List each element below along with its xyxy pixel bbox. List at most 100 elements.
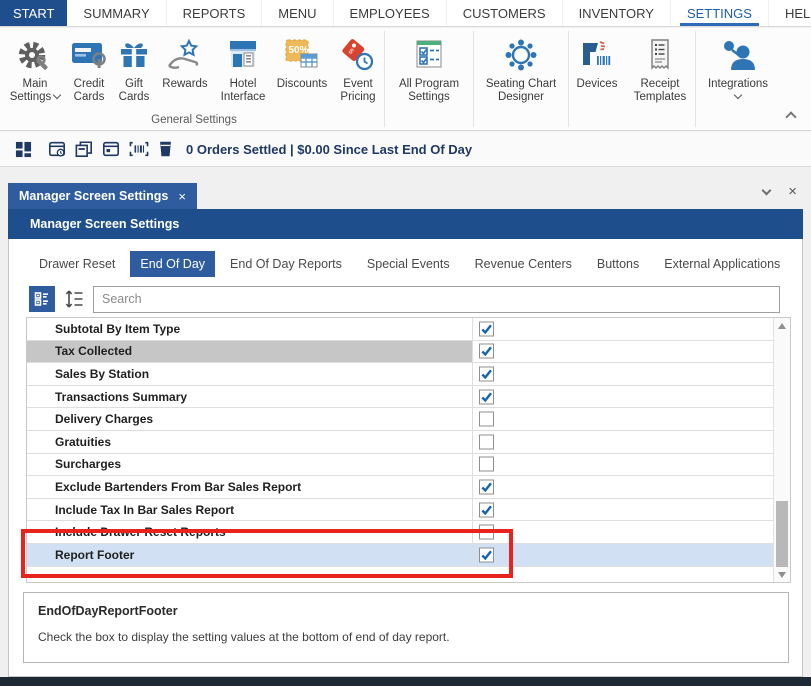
ribbon-gift-cards-button[interactable]: Gift Cards xyxy=(112,28,156,113)
tab-buttons[interactable]: Buttons xyxy=(587,251,649,277)
checklist-icon xyxy=(413,34,445,76)
table-row[interactable]: Delivery Charges xyxy=(27,408,773,431)
panel-close-icon[interactable]: × xyxy=(788,186,797,198)
menu-reports-label: REPORTS xyxy=(183,6,246,21)
menu-start[interactable]: START xyxy=(0,0,67,26)
scrollbar-down-arrow[interactable] xyxy=(774,567,790,582)
calendar-copy-icon[interactable] xyxy=(75,140,93,158)
barcode-icon[interactable] xyxy=(129,140,149,158)
menu-start-label: START xyxy=(13,6,54,21)
ribbon-seating-chart-designer-button[interactable]: Seating Chart Designer xyxy=(474,28,568,113)
row-checkbox[interactable] xyxy=(479,547,494,562)
order-status-bar: 0 Orders Settled | $0.00 Since Last End … xyxy=(0,132,811,167)
row-checkbox[interactable] xyxy=(479,434,494,449)
table-row[interactable]: Surcharges xyxy=(27,454,773,477)
ribbon-integrations-button[interactable]: Integrations xyxy=(696,28,780,113)
tab-title: Manager Screen Settings xyxy=(19,189,168,203)
window-bottom-edge xyxy=(0,677,811,686)
tab-revenue-centers[interactable]: Revenue Centers xyxy=(465,251,582,277)
row-label: Report Footer xyxy=(55,548,134,562)
setting-description-title: EndOfDayReportFooter xyxy=(38,604,774,618)
setting-description-text: Check the box to display the setting val… xyxy=(38,630,774,644)
table-row[interactable]: Gratuities xyxy=(27,431,773,454)
tab-special-events[interactable]: Special Events xyxy=(357,251,460,277)
main-menubar: START SUMMARY REPORTS MENU EMPLOYEES CUS… xyxy=(0,0,811,27)
settings-list: Subtotal By Item Type Tax Collected Sale… xyxy=(26,317,791,583)
row-checkbox[interactable] xyxy=(479,502,494,517)
row-label: Sales By Station xyxy=(55,367,149,381)
ribbon-receipt-templates-button[interactable]: Receipt Templates xyxy=(625,28,695,113)
panel-header-title: Manager Screen Settings xyxy=(8,209,803,239)
table-row[interactable]: Transactions Summary xyxy=(27,386,773,409)
row-checkbox[interactable] xyxy=(479,457,494,472)
tab-end-of-day-reports[interactable]: End Of Day Reports xyxy=(220,251,352,277)
menu-menu-label: MENU xyxy=(278,6,316,21)
ribbon-all-program-settings-button[interactable]: All Program Settings xyxy=(385,28,473,113)
chevron-down-icon xyxy=(734,91,742,99)
tab-close-icon[interactable]: × xyxy=(178,189,186,204)
menu-summary[interactable]: SUMMARY xyxy=(67,0,166,26)
menu-menu[interactable]: MENU xyxy=(262,0,333,26)
ribbon-main-settings-button[interactable]: Main Settings xyxy=(4,28,66,113)
menu-customers[interactable]: CUSTOMERS xyxy=(447,0,563,26)
row-checkbox[interactable] xyxy=(479,389,494,404)
ribbon-discounts-button[interactable]: 50% Discounts xyxy=(272,28,332,113)
ribbon-event-pricing-button[interactable]: $ Event Pricing xyxy=(332,28,384,113)
list-scrollbar[interactable] xyxy=(773,318,790,582)
table-row-report-footer[interactable]: Report Footer xyxy=(27,544,773,567)
tab-manager-screen-settings[interactable]: Manager Screen Settings × xyxy=(8,183,197,209)
row-label: Include Drawer Reset Reports xyxy=(55,525,226,539)
order-status-text: 0 Orders Settled | $0.00 Since Last End … xyxy=(186,142,472,157)
row-checkbox[interactable] xyxy=(479,479,494,494)
panel-collapse-chevron-icon[interactable] xyxy=(762,186,772,196)
row-checkbox[interactable] xyxy=(479,321,494,336)
calendar-clock-icon[interactable] xyxy=(48,140,66,158)
ribbon-rewards-button[interactable]: Rewards xyxy=(156,28,214,113)
row-checkbox[interactable] xyxy=(479,412,494,427)
ribbon-collapse-chevron-icon[interactable] xyxy=(785,111,796,122)
ribbon-hotel-interface-button[interactable]: Hotel Interface xyxy=(214,28,272,113)
row-label: Exclude Bartenders From Bar Sales Report xyxy=(55,480,301,494)
scrollbar-up-arrow[interactable] xyxy=(774,318,790,333)
ribbon-credit-cards-button[interactable]: Credit Cards xyxy=(66,28,112,113)
table-row[interactable]: Include Tax In Bar Sales Report xyxy=(27,499,773,522)
ribbon-devices-button[interactable]: Devices xyxy=(569,28,625,113)
menu-customers-label: CUSTOMERS xyxy=(463,6,546,21)
orders-grid-icon[interactable] xyxy=(15,141,32,158)
tab-drawer-reset[interactable]: Drawer Reset xyxy=(29,251,125,277)
search-input[interactable] xyxy=(93,286,780,313)
table-row[interactable]: Sales By Station xyxy=(27,363,773,386)
ribbon-label: Integrations xyxy=(708,78,768,90)
category-view-button[interactable] xyxy=(29,286,55,312)
row-checkbox[interactable] xyxy=(479,344,494,359)
table-row[interactable]: Subtotal By Item Type xyxy=(27,318,773,341)
calendar-day-icon[interactable] xyxy=(102,140,120,158)
scrollbar-thumb[interactable] xyxy=(776,501,788,567)
row-label: Transactions Summary xyxy=(55,390,187,404)
menu-reports[interactable]: REPORTS xyxy=(167,0,263,26)
ribbon-group-general-settings: Main Settings Credit Cards Gift Cards Re… xyxy=(4,28,384,130)
menu-employees[interactable]: EMPLOYEES xyxy=(334,0,447,26)
barcode-scanner-icon xyxy=(580,34,614,76)
ribbon-toolbar: Main Settings Credit Cards Gift Cards Re… xyxy=(0,28,811,131)
menu-inventory-label: INVENTORY xyxy=(579,6,654,21)
menu-help[interactable]: HELP xyxy=(769,0,811,26)
table-row[interactable]: Include Drawer Reset Reports xyxy=(27,521,773,544)
tab-external-applications[interactable]: External Applications xyxy=(654,251,790,277)
tab-end-of-day[interactable]: End Of Day xyxy=(130,251,215,277)
row-label: Surcharges xyxy=(55,457,121,471)
row-checkbox[interactable] xyxy=(479,525,494,540)
menu-settings[interactable]: SETTINGS xyxy=(671,0,769,26)
search-row xyxy=(29,285,780,313)
receipt-icon xyxy=(647,34,673,76)
table-row[interactable]: Exclude Bartenders From Bar Sales Report xyxy=(27,476,773,499)
table-row-selected[interactable]: Tax Collected xyxy=(27,341,773,364)
integrations-person-icon xyxy=(719,34,757,76)
drink-icon[interactable] xyxy=(158,140,173,158)
app-window: START SUMMARY REPORTS MENU EMPLOYEES CUS… xyxy=(0,0,811,686)
menu-inventory[interactable]: INVENTORY xyxy=(563,0,671,26)
credit-card-icon xyxy=(70,34,108,76)
sort-order-icon[interactable] xyxy=(64,288,84,310)
gear-wrench-icon xyxy=(16,34,54,76)
row-checkbox[interactable] xyxy=(479,366,494,381)
